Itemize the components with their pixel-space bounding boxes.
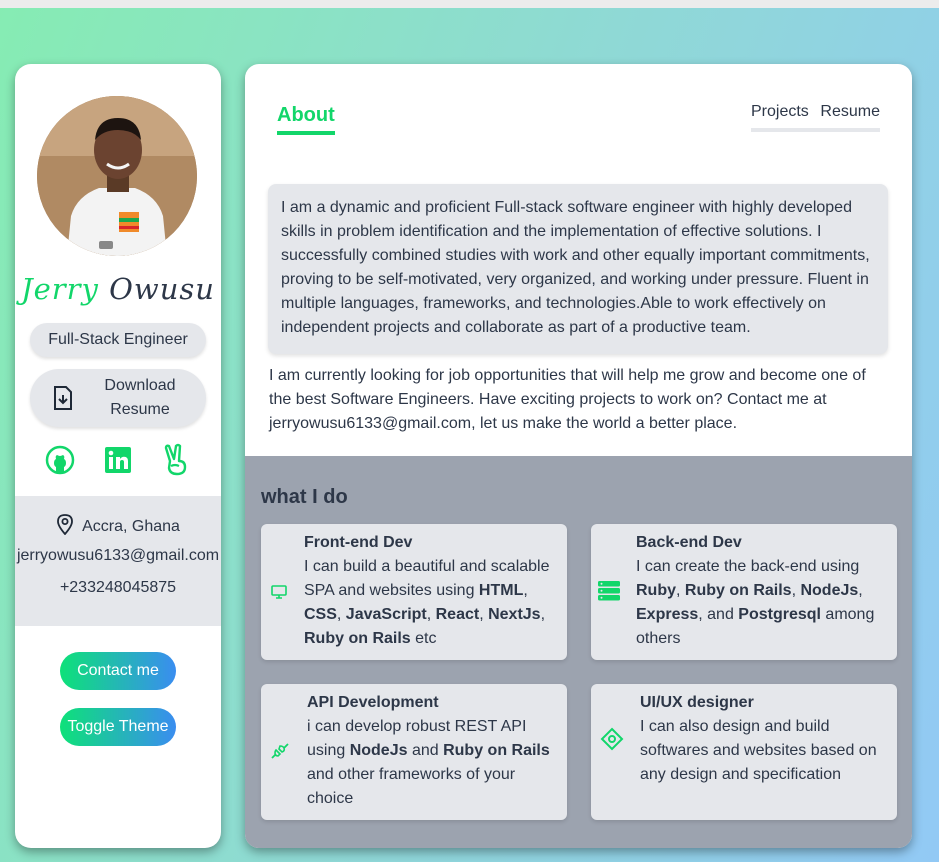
github-icon[interactable] bbox=[45, 443, 75, 477]
role-badge: Full-Stack Engineer bbox=[30, 323, 206, 357]
profile-name: Jerry Owusu bbox=[15, 272, 221, 306]
download-resume-button[interactable]: Download Resume bbox=[30, 369, 206, 427]
tech-keyword: Express bbox=[636, 606, 699, 623]
contact-info: Accra, Ghana jerryowusu6133@gmail.com +2… bbox=[15, 496, 221, 626]
location-row: Accra, Ghana bbox=[15, 513, 221, 540]
tech-keyword: NodeJs bbox=[349, 742, 408, 759]
tech-keyword: Ruby on Rails bbox=[684, 582, 792, 599]
service-title: Front-end Dev bbox=[304, 534, 413, 551]
service-description: I can build a beautiful and scalable SPA… bbox=[304, 558, 550, 647]
tech-keyword: React bbox=[435, 606, 480, 623]
service-description: i can develop robust REST API using Node… bbox=[307, 718, 550, 807]
what-i-do-section: what I do Front-end Dev I can build a be… bbox=[245, 456, 912, 848]
tech-keyword: HTML bbox=[478, 582, 524, 599]
tech-keyword: CSS bbox=[304, 606, 337, 623]
secondary-tabs: Projects Resume bbox=[751, 103, 880, 132]
linkedin-icon[interactable] bbox=[103, 443, 133, 477]
what-i-do-heading: what I do bbox=[261, 486, 348, 508]
tech-keyword: NextJs bbox=[488, 606, 541, 623]
service-description: I can create the back-end using Ruby, Ru… bbox=[636, 558, 875, 647]
browser-top-strip bbox=[0, 0, 939, 8]
last-name: Owusu bbox=[109, 272, 215, 306]
profile-sidebar: Jerry Owusu Full-Stack Engineer Download… bbox=[15, 64, 221, 848]
tech-keyword: NodeJs bbox=[800, 582, 859, 599]
service-card-api: API Development i can develop robust RES… bbox=[261, 684, 567, 820]
service-card-backend: Back-end Dev I can create the back-end u… bbox=[591, 524, 897, 660]
tab-about[interactable]: About bbox=[277, 104, 335, 135]
service-title: Back-end Dev bbox=[636, 534, 742, 551]
contact-me-button[interactable]: Contact me bbox=[60, 652, 176, 690]
about-intro: I am a dynamic and proficient Full-stack… bbox=[268, 184, 888, 354]
service-title: API Development bbox=[307, 694, 439, 711]
plug-icon bbox=[270, 742, 290, 760]
service-title: UI/UX designer bbox=[640, 694, 754, 711]
tab-projects[interactable]: Projects bbox=[751, 103, 809, 128]
email-text[interactable]: jerryowusu6133@gmail.com bbox=[15, 547, 221, 565]
location-pin-icon bbox=[56, 513, 74, 540]
phone-text[interactable]: +233248045875 bbox=[15, 579, 221, 597]
tab-resume[interactable]: Resume bbox=[820, 103, 880, 128]
tech-keyword: Postgresql bbox=[738, 606, 821, 623]
service-description: I can also design and build softwares an… bbox=[640, 718, 877, 783]
design-diamond-icon bbox=[600, 727, 624, 751]
download-resume-label: Download Resume bbox=[104, 377, 176, 418]
service-card-uiux: UI/UX designer I can also design and bui… bbox=[591, 684, 897, 820]
first-name: Jerry bbox=[21, 272, 99, 306]
main-card: About Projects Resume I am a dynamic and… bbox=[245, 64, 912, 848]
tech-keyword: JavaScript bbox=[345, 606, 427, 623]
social-links bbox=[15, 443, 221, 477]
tech-keyword: Ruby bbox=[636, 582, 676, 599]
service-card-frontend: Front-end Dev I can build a beautiful an… bbox=[261, 524, 567, 660]
file-download-icon bbox=[52, 386, 74, 410]
avatar bbox=[37, 96, 197, 256]
toggle-theme-button[interactable]: Toggle Theme bbox=[60, 708, 176, 746]
location-text: Accra, Ghana bbox=[82, 517, 180, 535]
peace-hand-icon[interactable] bbox=[161, 443, 191, 477]
about-looking: I am currently looking for job opportuni… bbox=[269, 367, 866, 432]
tech-keyword: Ruby on Rails bbox=[304, 630, 411, 647]
server-icon bbox=[598, 581, 620, 601]
monitor-icon bbox=[271, 584, 287, 600]
tech-keyword: Ruby on Rails bbox=[443, 742, 550, 759]
